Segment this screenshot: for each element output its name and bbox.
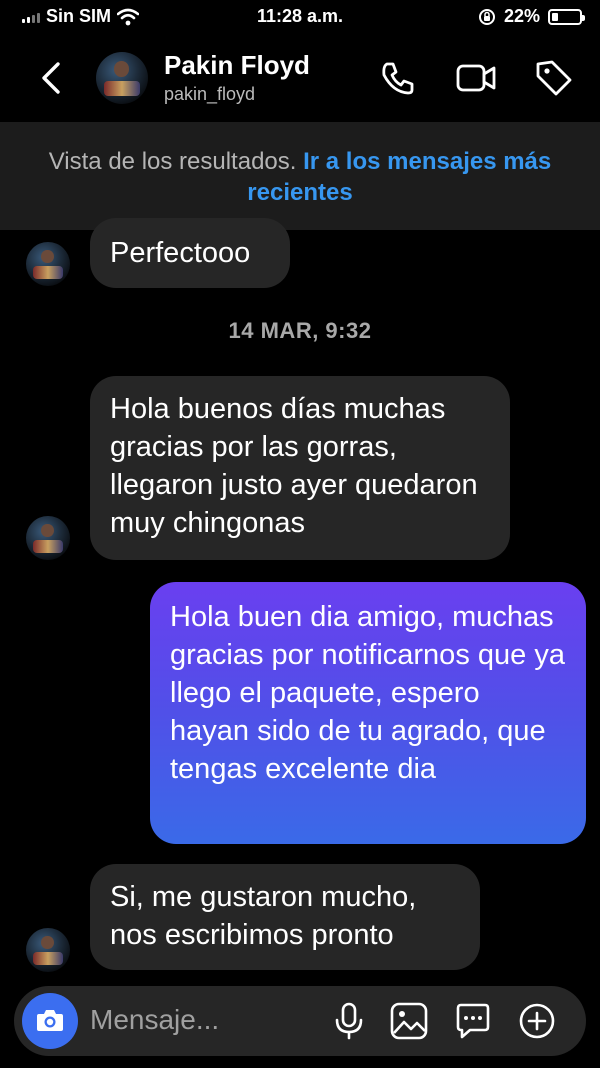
status-right: 22% [478, 6, 585, 27]
camera-icon [37, 1010, 63, 1031]
message-input[interactable]: Mensaje... [90, 1004, 219, 1036]
contact-username[interactable]: pakin_floyd [164, 84, 255, 105]
orientation-lock-icon [478, 8, 495, 25]
battery-percent: 22% [503, 6, 540, 26]
search-results-banner: Vista de los resultados. Ir a los mensaj… [0, 122, 600, 230]
phone-icon[interactable] [376, 56, 420, 100]
message-timestamp: 14 MAR, 9:32 [228, 318, 372, 343]
status-bar: Sin SIM 11:28 a.m. 22% [0, 0, 600, 34]
video-camera-icon[interactable] [454, 56, 498, 100]
outgoing-message[interactable]: Hola buen dia amigo, muchas gracias por … [150, 582, 586, 844]
message-avatar[interactable] [26, 242, 70, 286]
banner-text: Vista de los resultados. [48, 148, 297, 175]
contact-name[interactable]: Pakin Floyd [164, 50, 310, 81]
chat-header: Pakin Floyd pakin_floyd [0, 34, 600, 122]
message-avatar[interactable] [26, 928, 70, 972]
camera-button[interactable] [22, 993, 78, 1049]
microphone-icon[interactable] [328, 1000, 370, 1042]
image-icon[interactable] [388, 1000, 430, 1042]
tag-icon[interactable] [532, 56, 576, 100]
contact-avatar[interactable] [96, 52, 148, 104]
battery-icon [548, 8, 585, 25]
plus-circle-icon[interactable] [516, 1000, 558, 1042]
incoming-message[interactable]: Perfectooo [90, 218, 290, 288]
message-avatar[interactable] [26, 516, 70, 560]
incoming-message[interactable]: Si, me gustaron mucho, nos escribimos pr… [90, 864, 480, 970]
incoming-message[interactable]: Hola buenos días muchas gracias por las … [90, 376, 510, 560]
back-chevron-icon[interactable] [36, 58, 68, 98]
message-composer: Mensaje... [14, 986, 586, 1056]
sticker-icon[interactable] [452, 1000, 494, 1042]
